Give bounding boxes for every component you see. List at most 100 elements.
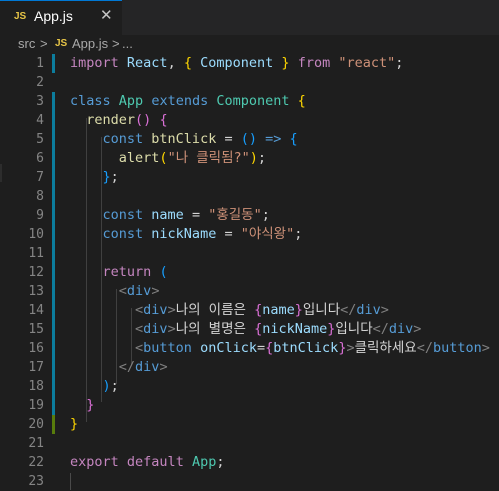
code-line[interactable]: 13 <div> — [0, 282, 499, 301]
tab-bar: JS App.js ✕ — [0, 0, 499, 35]
code-token: } — [294, 302, 303, 318]
code-token: ) — [249, 150, 258, 166]
code-token: () — [135, 112, 152, 128]
code-line[interactable]: 18 ); — [0, 377, 499, 396]
code-token: const — [102, 131, 144, 147]
breadcrumb-folder[interactable]: src — [18, 36, 35, 51]
code-token: { — [289, 131, 298, 147]
line-number: 9 — [36, 208, 44, 223]
code-line[interactable]: 23 — [0, 472, 499, 491]
code-line[interactable]: 4 render() { — [0, 111, 499, 130]
code-token: } — [281, 55, 290, 71]
code-token: 입니다 — [335, 321, 373, 337]
code-line[interactable]: 14 <div>나의 이름은 {name}입니다</div> — [0, 301, 499, 320]
code-token: ; — [257, 150, 267, 166]
code-line[interactable]: 20} — [0, 415, 499, 434]
code-line[interactable]: 19 } — [0, 396, 499, 415]
modified-line-marker — [52, 320, 55, 339]
modified-line-marker — [52, 54, 55, 73]
code-line[interactable]: 5 const btnClick = () => { — [0, 130, 499, 149]
code-line[interactable]: 21 — [0, 434, 499, 453]
modified-line-marker — [52, 263, 55, 282]
code-token: import — [70, 55, 119, 71]
code-line[interactable]: 12 return ( — [0, 263, 499, 282]
code-line[interactable]: 15 <div>나의 별명은 {nickName}입니다</div> — [0, 320, 499, 339]
code-line[interactable]: 1 import React, { Component } from "react… — [0, 54, 499, 73]
code-editor[interactable]: 1 import React, { Component } from "react… — [0, 53, 499, 490]
code-text: import React, { Component } from "react"… — [70, 54, 403, 73]
code-text: <div>나의 별명은 {nickName}입니다</div> — [70, 320, 421, 339]
line-number: 13 — [28, 284, 44, 299]
code-line[interactable]: 16 <button onClick={btnClick}>클릭하세요</but… — [0, 339, 499, 358]
code-line[interactable]: 3 class App extends Component { — [0, 92, 499, 111]
chevron-right-icon: > — [40, 36, 48, 51]
code-text: export default App; — [70, 453, 225, 472]
modified-line-marker — [52, 396, 55, 415]
code-token: < — [135, 340, 144, 356]
code-token: { — [297, 93, 306, 109]
code-token: alert — [118, 150, 160, 166]
code-token: 나의 이름은 — [175, 302, 255, 318]
code-token: "홍길동" — [208, 207, 262, 223]
code-token: } — [86, 397, 95, 413]
code-line[interactable]: 7 }; — [0, 168, 499, 187]
modified-line-marker — [52, 339, 55, 358]
code-token: , — [167, 55, 184, 71]
code-token: const — [102, 207, 144, 223]
added-line-marker — [52, 415, 55, 434]
line-number: 11 — [28, 246, 44, 261]
code-token: onClick — [200, 340, 257, 356]
code-line[interactable]: 8 — [0, 187, 499, 206]
code-token: { — [254, 302, 263, 318]
code-token: Component — [200, 55, 274, 71]
breadcrumb-symbol[interactable]: ... — [122, 36, 133, 51]
line-number: 5 — [36, 132, 44, 147]
line-number: 14 — [28, 303, 44, 318]
modified-line-marker — [52, 149, 55, 168]
code-token: </ — [118, 359, 136, 375]
code-token: ( — [159, 150, 168, 166]
code-token: const — [102, 226, 144, 242]
code-token: name — [262, 302, 295, 318]
code-token: > — [346, 340, 355, 356]
code-token: "react" — [338, 55, 396, 71]
code-line[interactable]: 2 — [0, 73, 499, 92]
line-number: 3 — [36, 94, 44, 109]
code-token: div — [126, 283, 152, 299]
code-line[interactable]: 11 — [0, 244, 499, 263]
line-number: 12 — [28, 265, 44, 280]
code-token: } — [102, 169, 111, 185]
code-text: <div>나의 이름은 {name}입니다</div> — [70, 301, 389, 320]
tab-app-js[interactable]: JS App.js ✕ — [0, 0, 122, 35]
code-token: btnClick — [151, 131, 217, 147]
code-token: name — [151, 207, 184, 223]
code-line[interactable]: 22 export default App; — [0, 453, 499, 472]
close-icon[interactable]: ✕ — [100, 6, 113, 24]
code-token: ( — [159, 264, 168, 280]
code-line[interactable]: 10 const nickName = "야식왕"; — [0, 225, 499, 244]
code-text: class App extends Component { — [70, 92, 306, 111]
code-line[interactable]: 17 </div> — [0, 358, 499, 377]
code-token: 클릭하세요 — [354, 340, 417, 356]
code-line[interactable]: 6 alert("나 클릭됨?"); — [0, 149, 499, 168]
code-token: { — [254, 321, 263, 337]
code-token: </ — [372, 321, 389, 337]
code-token: div — [356, 302, 381, 318]
line-number: 1 — [36, 56, 44, 71]
code-token: App — [118, 93, 144, 109]
cursor-caret — [70, 473, 71, 490]
javascript-file-icon: JS — [55, 38, 68, 49]
code-token: default — [126, 454, 184, 470]
breadcrumb-file[interactable]: App.js — [72, 36, 108, 51]
code-line[interactable]: 9 const name = "홍길동"; — [0, 206, 499, 225]
code-token: render — [86, 112, 136, 128]
code-token: React — [126, 55, 168, 71]
line-number: 16 — [28, 341, 44, 356]
code-token: nickName — [262, 321, 328, 337]
